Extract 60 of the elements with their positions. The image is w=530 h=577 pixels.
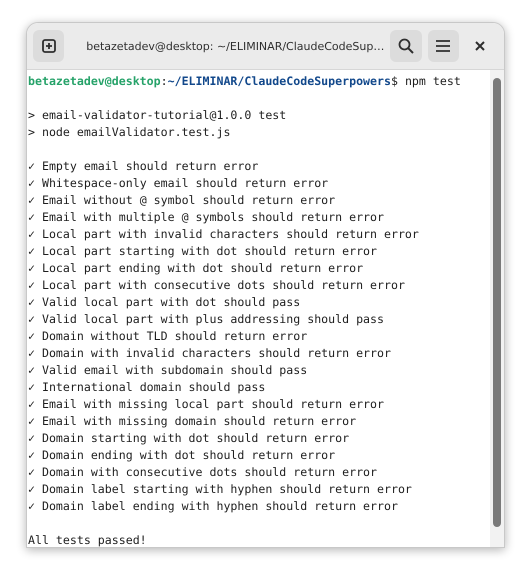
- test-result-line: Email with missing local part should return error: [42, 397, 384, 411]
- test-result-line: Domain without TLD should return error: [42, 329, 308, 343]
- test-result-line: Empty email should return error: [42, 159, 258, 173]
- test-result-line: International domain should pass: [42, 380, 266, 394]
- check-mark: ✓: [28, 465, 35, 479]
- check-mark: ✓: [28, 227, 35, 241]
- check-mark: ✓: [28, 210, 35, 224]
- scrollbar-thumb[interactable]: [493, 78, 501, 527]
- menu-icon: [436, 40, 450, 52]
- prompt-user-host: betazetadev@desktop: [28, 74, 161, 88]
- search-button[interactable]: [390, 30, 422, 62]
- plus-square-icon: [42, 39, 56, 53]
- test-result-line: Local part starting with dot should return error: [42, 244, 378, 258]
- scrollbar[interactable]: [490, 70, 504, 547]
- check-mark: ✓: [28, 278, 35, 292]
- check-mark: ✓: [28, 176, 35, 190]
- output-line: > email-validator-tutorial@1.0.0 test: [28, 108, 286, 122]
- test-result-line: Domain starting with dot should return error: [42, 431, 350, 445]
- output-line: > node emailValidator.test.js: [28, 125, 230, 139]
- check-mark: ✓: [28, 346, 35, 360]
- check-mark: ✓: [28, 363, 35, 377]
- test-result-line: Whitespace-only email should return error: [42, 176, 328, 190]
- test-result-line: Domain label ending with hyphen should return error: [42, 499, 398, 513]
- check-mark: ✓: [28, 329, 35, 343]
- prompt-separator: :: [160, 74, 168, 88]
- test-result-line: Email with missing domain should return error: [42, 414, 356, 428]
- check-mark: ✓: [28, 397, 35, 411]
- test-result-line: Email with multiple @ symbols should return error: [42, 210, 384, 224]
- test-result-line: Local part with invalid characters should return error: [42, 227, 419, 241]
- new-tab-button[interactable]: [33, 30, 64, 62]
- check-mark: ✓: [28, 261, 35, 275]
- output-line: All tests passed!: [28, 533, 147, 547]
- check-mark: ✓: [28, 431, 35, 445]
- test-result-line: Domain ending with dot should return error: [42, 448, 336, 462]
- window-title: betazetadev@desktop: ~/ELIMINAR/ClaudeCodeSup…: [85, 40, 384, 52]
- prompt-symbol: $: [390, 74, 398, 88]
- test-result-line: Valid email with subdomain should pass: [42, 363, 308, 377]
- check-mark: ✓: [28, 414, 35, 428]
- check-mark: ✓: [28, 312, 35, 326]
- test-result-line: Domain label starting with hyphen should return error: [42, 482, 412, 496]
- test-result-line: Local part with consecutive dots should return error: [42, 278, 405, 292]
- check-mark: ✓: [28, 244, 35, 258]
- test-result-line: Email without @ symbol should return error: [42, 193, 336, 207]
- check-mark: ✓: [28, 499, 35, 513]
- check-mark: ✓: [28, 159, 35, 173]
- test-result-line: Valid local part with plus addressing should pass: [42, 312, 384, 326]
- search-icon: [398, 38, 414, 54]
- close-icon: [475, 41, 486, 51]
- check-mark: ✓: [28, 380, 35, 394]
- test-result-line: Valid local part with dot should pass: [42, 295, 300, 309]
- test-result-line: Domain with invalid characters should return error: [42, 346, 391, 360]
- check-mark: ✓: [28, 193, 35, 207]
- check-mark: ✓: [28, 482, 35, 496]
- test-result-line: Domain with consecutive dots should return error: [42, 465, 378, 479]
- check-mark: ✓: [28, 448, 35, 462]
- prompt-path: ~/ELIMINAR/ClaudeCodeSuperpowers: [168, 74, 391, 88]
- command-text: npm test: [404, 74, 461, 88]
- menu-button[interactable]: [428, 30, 459, 62]
- test-result-line: Local part ending with dot should return error: [42, 261, 364, 275]
- check-mark: ✓: [28, 295, 35, 309]
